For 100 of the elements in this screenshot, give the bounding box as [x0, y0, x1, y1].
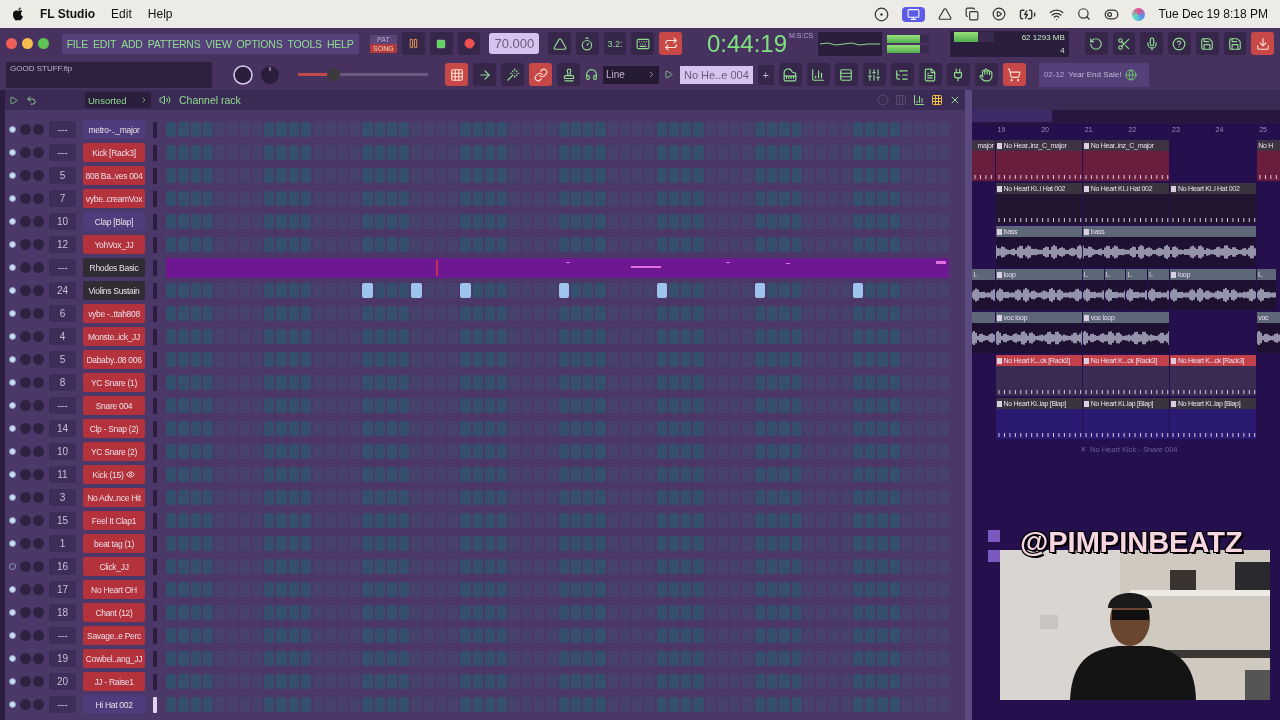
channel-button[interactable]: Savage..e Perc [83, 626, 145, 645]
mixer-track-number[interactable]: 14 [49, 420, 76, 437]
toolbar-button[interactable] [778, 63, 802, 86]
channel-led[interactable] [9, 425, 16, 432]
toolbar-button[interactable] [659, 32, 682, 55]
toolbar-button[interactable] [834, 63, 858, 86]
channel-button[interactable]: YC Snare (1) [83, 373, 145, 392]
mixer-track-number[interactable]: 5 [49, 351, 76, 368]
pan-knob[interactable] [20, 262, 31, 273]
mixer-track-number[interactable]: 1 [49, 535, 76, 552]
channel-led[interactable] [9, 126, 16, 133]
record-button[interactable] [457, 32, 481, 55]
pan-knob[interactable] [20, 216, 31, 227]
mixer-track-number[interactable]: 19 [49, 650, 76, 667]
mixer-track-number[interactable]: --- [49, 144, 76, 161]
channel-led[interactable] [9, 494, 16, 501]
toolbar-button[interactable] [557, 63, 580, 86]
channel-led[interactable] [9, 287, 16, 294]
toolbar-button[interactable] [1251, 32, 1274, 55]
channel-led[interactable] [9, 402, 16, 409]
channel-led[interactable] [9, 264, 16, 271]
channel-button[interactable]: No Adv..nce Hit [83, 488, 145, 507]
channel-led[interactable] [9, 310, 16, 317]
volume-knob[interactable] [232, 63, 254, 86]
snap-select[interactable]: Line [603, 65, 659, 84]
add-pattern-button[interactable]: + [757, 64, 774, 85]
screen-share-icon[interactable] [902, 6, 926, 22]
channel-select-bar[interactable] [153, 696, 157, 713]
pan-knob[interactable] [20, 469, 31, 480]
toolbar-button[interactable] [473, 63, 496, 86]
play-button[interactable] [402, 32, 425, 55]
channel-led[interactable] [9, 149, 16, 156]
mixer-track-number[interactable]: --- [49, 627, 76, 644]
toolbar-button[interactable]: 3.2: [603, 32, 627, 55]
channel-led[interactable] [9, 379, 16, 386]
pan-knob[interactable] [20, 193, 31, 204]
window-minimize-button[interactable] [21, 38, 33, 49]
channel-led[interactable] [9, 517, 16, 524]
pan-knob[interactable] [20, 538, 31, 549]
toolbar-button[interactable] [1168, 32, 1191, 55]
channel-led[interactable] [9, 471, 16, 478]
pan-knob[interactable] [20, 492, 31, 503]
pan-knob[interactable] [20, 607, 31, 618]
mixer-track-number[interactable]: --- [49, 259, 76, 276]
mixer-track-number[interactable]: 24 [49, 282, 76, 299]
tempo-field[interactable]: 70.000 [489, 33, 540, 54]
pan-knob[interactable] [20, 446, 31, 457]
mixer-track-number[interactable]: --- [49, 696, 76, 713]
mixer-track-number[interactable]: 17 [49, 581, 76, 598]
panel-tab[interactable] [972, 110, 1052, 122]
pan-knob[interactable] [20, 630, 31, 641]
channel-button[interactable]: Dababy..08 006 [83, 350, 145, 369]
channel-button[interactable]: Cowbel..ang_JJ [83, 649, 145, 668]
window-close-button[interactable] [6, 38, 17, 49]
channel-button[interactable]: Kick (15) [83, 465, 145, 484]
mixer-track-number[interactable]: 7 [49, 190, 76, 207]
mixer-track-number[interactable]: 20 [49, 673, 76, 690]
channel-led[interactable] [9, 241, 16, 248]
pan-knob[interactable] [20, 124, 31, 135]
channel-led[interactable] [9, 333, 16, 340]
channel-button[interactable]: Hi Hat 002 [83, 695, 145, 714]
pan-knob[interactable] [20, 354, 31, 365]
mixer-track-number[interactable]: 6 [49, 305, 76, 322]
pitch-knob[interactable] [259, 63, 281, 86]
channel-button[interactable]: Monste..ick_JJ [83, 327, 145, 346]
mixer-track-number[interactable]: --- [49, 121, 76, 138]
channel-button[interactable]: Click_JJ [83, 557, 145, 576]
toolbar-button[interactable] [501, 63, 524, 86]
mixer-track-number[interactable]: 11 [49, 466, 76, 483]
menu-item[interactable]: FILE [66, 37, 88, 50]
app-menu[interactable]: FL Studio [40, 7, 96, 21]
channel-led[interactable] [9, 609, 16, 616]
menu-item[interactable]: ADD [121, 37, 143, 50]
channel-button[interactable]: Clap [Blap] [83, 212, 145, 231]
channel-led[interactable] [9, 678, 16, 685]
toolbar-button[interactable] [806, 63, 830, 86]
channel-button[interactable]: 808 Ba..ves 004 [83, 166, 145, 185]
channel-button[interactable]: JJ - Raise1 [83, 672, 145, 691]
pan-knob[interactable] [20, 423, 31, 434]
mixer-track-number[interactable]: 8 [49, 374, 76, 391]
pan-knob[interactable] [20, 676, 31, 687]
toolbar-button[interactable] [1112, 32, 1136, 55]
channel-button[interactable]: Violins Sustain [83, 281, 145, 300]
channel-button[interactable]: No Heart OH [83, 580, 145, 599]
toolbar-button[interactable] [548, 32, 571, 55]
news-panel[interactable]: 02-12 Year End Sale! [1038, 62, 1149, 87]
channel-button[interactable]: beat tag (1) [83, 534, 145, 553]
clip-header[interactable] [972, 312, 995, 323]
channel-button[interactable]: vybe -..ttah808 [83, 304, 145, 323]
menu-item[interactable]: Help [147, 7, 173, 21]
close-icon[interactable] [949, 94, 961, 106]
channel-button[interactable]: Clp - Snap (2) [83, 419, 145, 438]
mixer-track-number[interactable]: 10 [49, 443, 76, 460]
waveform-icon[interactable] [988, 550, 1000, 562]
channel-led[interactable] [9, 195, 16, 202]
channel-button[interactable]: YC Snare (2) [83, 442, 145, 461]
channel-button[interactable]: Kick [Rack3] [83, 143, 145, 162]
menu-item[interactable]: HELP [326, 37, 354, 50]
mixer-track-number[interactable]: 10 [49, 213, 76, 230]
toolbar-button[interactable] [1140, 32, 1163, 55]
